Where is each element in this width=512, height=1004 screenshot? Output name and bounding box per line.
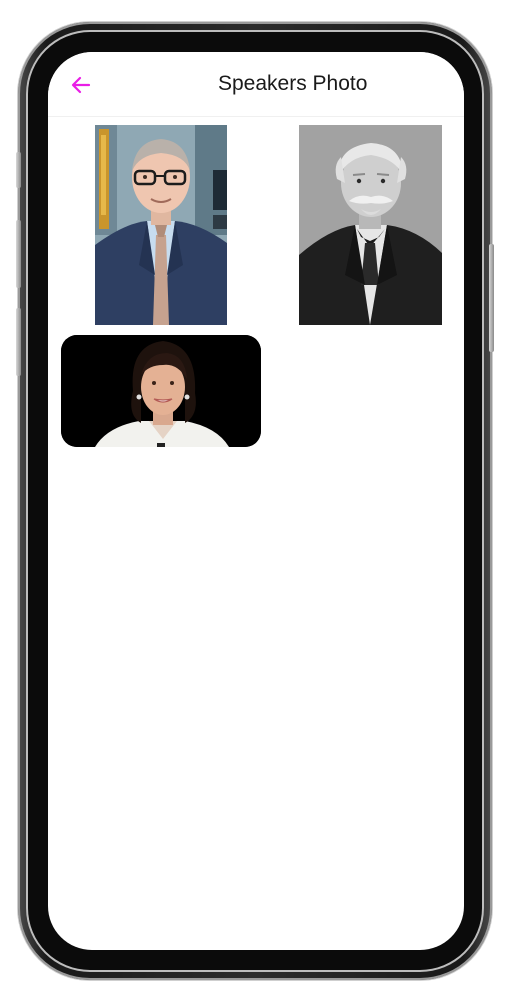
- speaker-photo-2-image: [299, 125, 442, 325]
- app-bar: Speakers Photo: [48, 52, 464, 117]
- speaker-photo-3[interactable]: [61, 335, 261, 447]
- power-button: [489, 244, 494, 352]
- speaker-photo-3-image: [61, 335, 261, 447]
- back-button[interactable]: [64, 68, 98, 102]
- mute-switch: [16, 152, 21, 188]
- speaker-photo-1-image: [95, 125, 227, 325]
- page-title: Speakers Photo: [218, 72, 368, 95]
- speaker-photo-1[interactable]: [95, 125, 227, 325]
- phone-screen: Speakers Photo: [48, 52, 464, 950]
- arrow-left-icon: [71, 76, 91, 94]
- volume-down-button: [16, 308, 21, 376]
- speaker-photo-2[interactable]: [299, 125, 442, 325]
- volume-up-button: [16, 220, 21, 288]
